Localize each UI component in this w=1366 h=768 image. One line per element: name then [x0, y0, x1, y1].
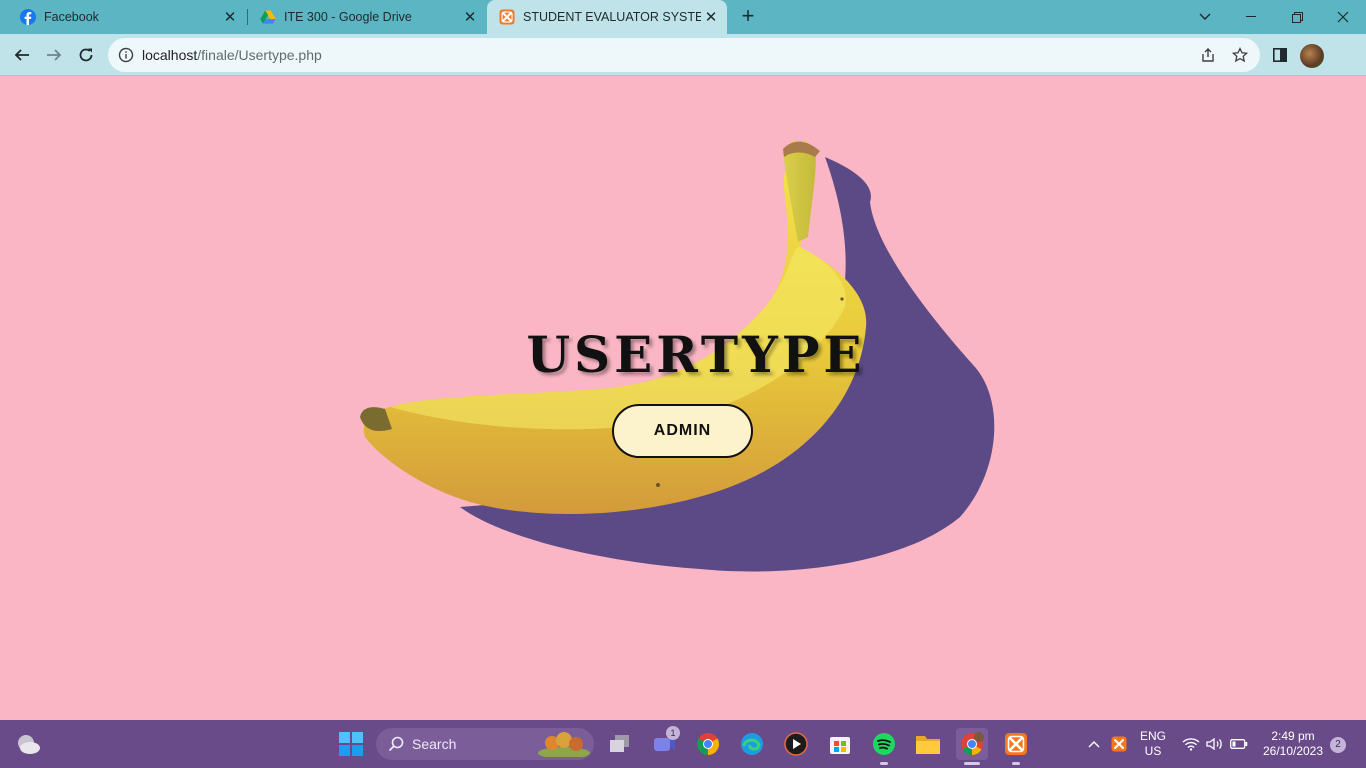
running-indicator — [1012, 762, 1020, 765]
side-panel-icon[interactable] — [1268, 43, 1292, 67]
tab-student-evaluator[interactable]: STUDENT EVALUATOR SYSTEM ✕ — [487, 0, 727, 34]
close-icon[interactable]: ✕ — [220, 8, 240, 26]
close-icon[interactable]: ✕ — [460, 8, 480, 26]
page-body: USERTYPE ADMIN — [0, 77, 1366, 720]
close-window-button[interactable] — [1320, 0, 1366, 34]
back-arrow-icon — [14, 49, 29, 61]
search-label: Search — [412, 736, 457, 752]
file-explorer-icon[interactable] — [912, 728, 944, 760]
chrome-icon[interactable] — [692, 728, 724, 760]
chrome-profile-icon[interactable] — [956, 728, 988, 760]
search-icon — [388, 736, 404, 752]
info-icon[interactable] — [118, 47, 134, 63]
task-view-icon[interactable] — [604, 728, 636, 760]
teams-badge: 1 — [666, 726, 680, 740]
back-button[interactable] — [6, 39, 38, 71]
edge-icon[interactable] — [736, 728, 768, 760]
taskbar: Search 1 ENG US 2:49 pm 26/10/2023 2 — [0, 720, 1366, 768]
battery-icon[interactable] — [1228, 728, 1250, 760]
tab-search-icon[interactable] — [1182, 0, 1228, 34]
minimize-button[interactable] — [1228, 0, 1274, 34]
url-path: /finale/Usertype.php — [197, 47, 322, 63]
reload-icon — [79, 48, 93, 62]
media-player-icon[interactable] — [780, 728, 812, 760]
teams-chat-icon[interactable]: 1 — [648, 726, 680, 760]
clock[interactable]: 2:49 pm 26/10/2023 — [1256, 729, 1330, 759]
microsoft-store-icon[interactable] — [824, 728, 856, 760]
tab-title: STUDENT EVALUATOR SYSTEM — [523, 10, 701, 24]
tab-title: Facebook — [44, 10, 99, 24]
tab-google-drive[interactable]: ITE 300 - Google Drive ✕ — [240, 0, 486, 34]
windows-start-icon[interactable] — [335, 728, 367, 760]
taskbar-search[interactable]: Search — [376, 728, 594, 760]
running-indicator — [880, 762, 888, 765]
facebook-icon — [20, 9, 36, 25]
new-tab-button[interactable]: + — [736, 5, 760, 29]
url-host: localhost — [142, 47, 198, 63]
google-drive-icon — [260, 10, 276, 24]
reload-button[interactable] — [70, 39, 102, 71]
notification-badge[interactable]: 2 — [1330, 737, 1346, 753]
search-highlight-icon — [538, 732, 590, 757]
weather-widget-icon[interactable] — [12, 728, 44, 760]
close-icon[interactable]: ✕ — [701, 8, 721, 26]
share-icon[interactable] — [1196, 43, 1220, 67]
url-text: localhost/finale/Usertype.php — [142, 47, 322, 63]
active-indicator — [964, 762, 980, 765]
clock-time: 2:49 pm — [1271, 729, 1315, 743]
banana-image — [360, 141, 995, 572]
spotify-icon[interactable] — [868, 728, 900, 760]
forward-arrow-icon — [47, 49, 62, 61]
volume-icon[interactable] — [1204, 728, 1226, 760]
bookmark-star-icon[interactable] — [1228, 43, 1252, 67]
profile-avatar[interactable] — [1300, 44, 1324, 68]
restore-button[interactable] — [1274, 0, 1320, 34]
tab-title: ITE 300 - Google Drive — [284, 10, 412, 24]
browser-toolbar: localhost/finale/Usertype.php — [0, 34, 1366, 76]
forward-button[interactable] — [38, 39, 70, 71]
xampp-tray-icon[interactable] — [1104, 728, 1134, 760]
clock-date: 26/10/2023 — [1262, 744, 1324, 758]
wifi-icon[interactable] — [1180, 728, 1202, 760]
address-bar[interactable]: localhost/finale/Usertype.php — [108, 38, 1260, 72]
page-title: USERTYPE — [526, 325, 866, 384]
language-label: ENG — [1139, 729, 1166, 743]
xampp-icon — [499, 9, 515, 25]
region-label: US — [1144, 744, 1162, 758]
tab-strip: Facebook ✕ ITE 300 - Google Drive ✕ STUD… — [0, 0, 1366, 34]
tab-facebook[interactable]: Facebook ✕ — [0, 0, 246, 34]
language-indicator[interactable]: ENG US — [1134, 729, 1172, 759]
admin-button[interactable]: ADMIN — [612, 404, 753, 458]
xampp-taskbar-icon[interactable] — [1000, 728, 1032, 760]
